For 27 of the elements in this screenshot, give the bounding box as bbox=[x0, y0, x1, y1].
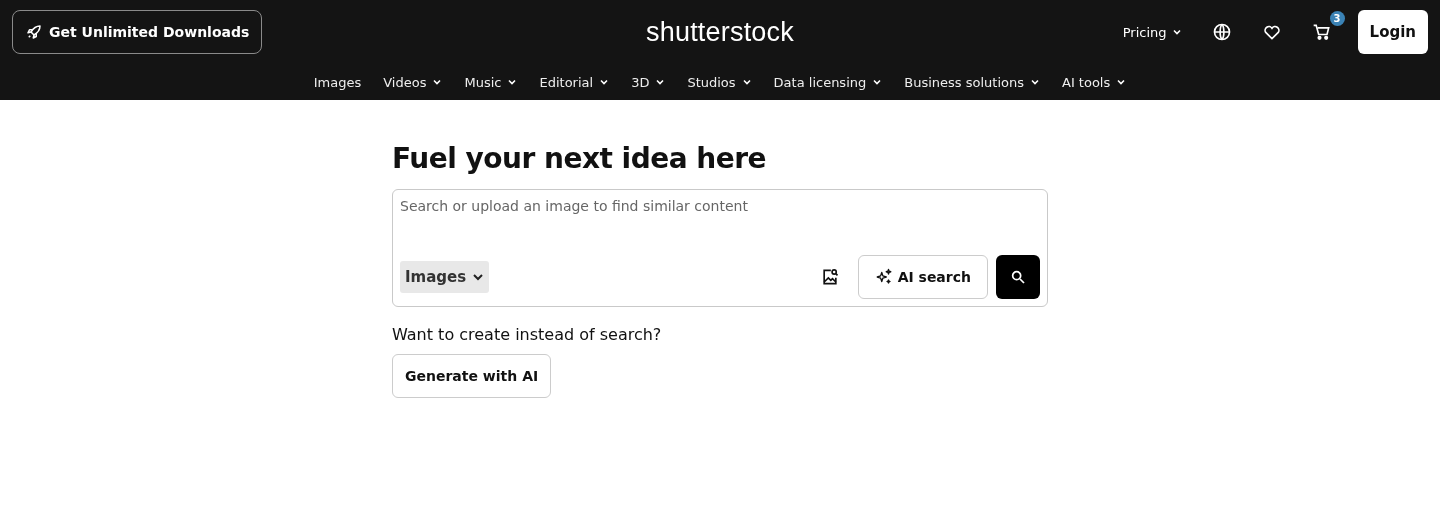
create-prompt: Want to create instead of search? bbox=[392, 325, 663, 344]
nav-menu-item[interactable]: Videos bbox=[383, 74, 443, 90]
nav-menu-item[interactable]: Data licensing bbox=[773, 74, 883, 90]
sparkle-icon bbox=[874, 268, 893, 286]
nav-menu-item[interactable]: Music bbox=[464, 74, 518, 90]
page-heading: Fuel your next idea here bbox=[392, 142, 768, 175]
cart-icon[interactable] bbox=[1311, 22, 1332, 42]
nav-menu-item[interactable]: 3D bbox=[631, 74, 666, 90]
unlimited-downloads-button[interactable]: Get Unlimited Downloads bbox=[12, 10, 263, 54]
chevron-down-icon bbox=[472, 271, 485, 283]
nav-menu-item[interactable]: Editorial bbox=[539, 74, 610, 90]
nav-menu-item[interactable]: Studios bbox=[687, 74, 752, 90]
nav-menu-item[interactable]: AI tools bbox=[1062, 74, 1127, 90]
rocket-icon bbox=[25, 23, 43, 41]
login-button[interactable]: Login bbox=[1357, 10, 1428, 54]
pricing-menu[interactable]: Pricing bbox=[1122, 24, 1182, 40]
ai-search-button[interactable]: AI search bbox=[857, 255, 988, 299]
globe-icon[interactable] bbox=[1211, 22, 1232, 42]
search-icon bbox=[1010, 269, 1026, 285]
search-button[interactable] bbox=[996, 255, 1040, 299]
generate-with-ai-button[interactable]: Generate with AI bbox=[392, 354, 552, 398]
shutterstock-logo[interactable]: shutterstock bbox=[646, 16, 794, 48]
search-field[interactable]: Search or upload an image to find similar content Images AI search bbox=[392, 189, 1048, 307]
nav-menu-item[interactable]: Business solutions bbox=[904, 74, 1040, 90]
cart-count-badge: 3 bbox=[1329, 11, 1345, 26]
content-type-dropdown[interactable]: Images bbox=[400, 261, 490, 293]
nav-menu-item[interactable]: Images bbox=[313, 74, 362, 90]
